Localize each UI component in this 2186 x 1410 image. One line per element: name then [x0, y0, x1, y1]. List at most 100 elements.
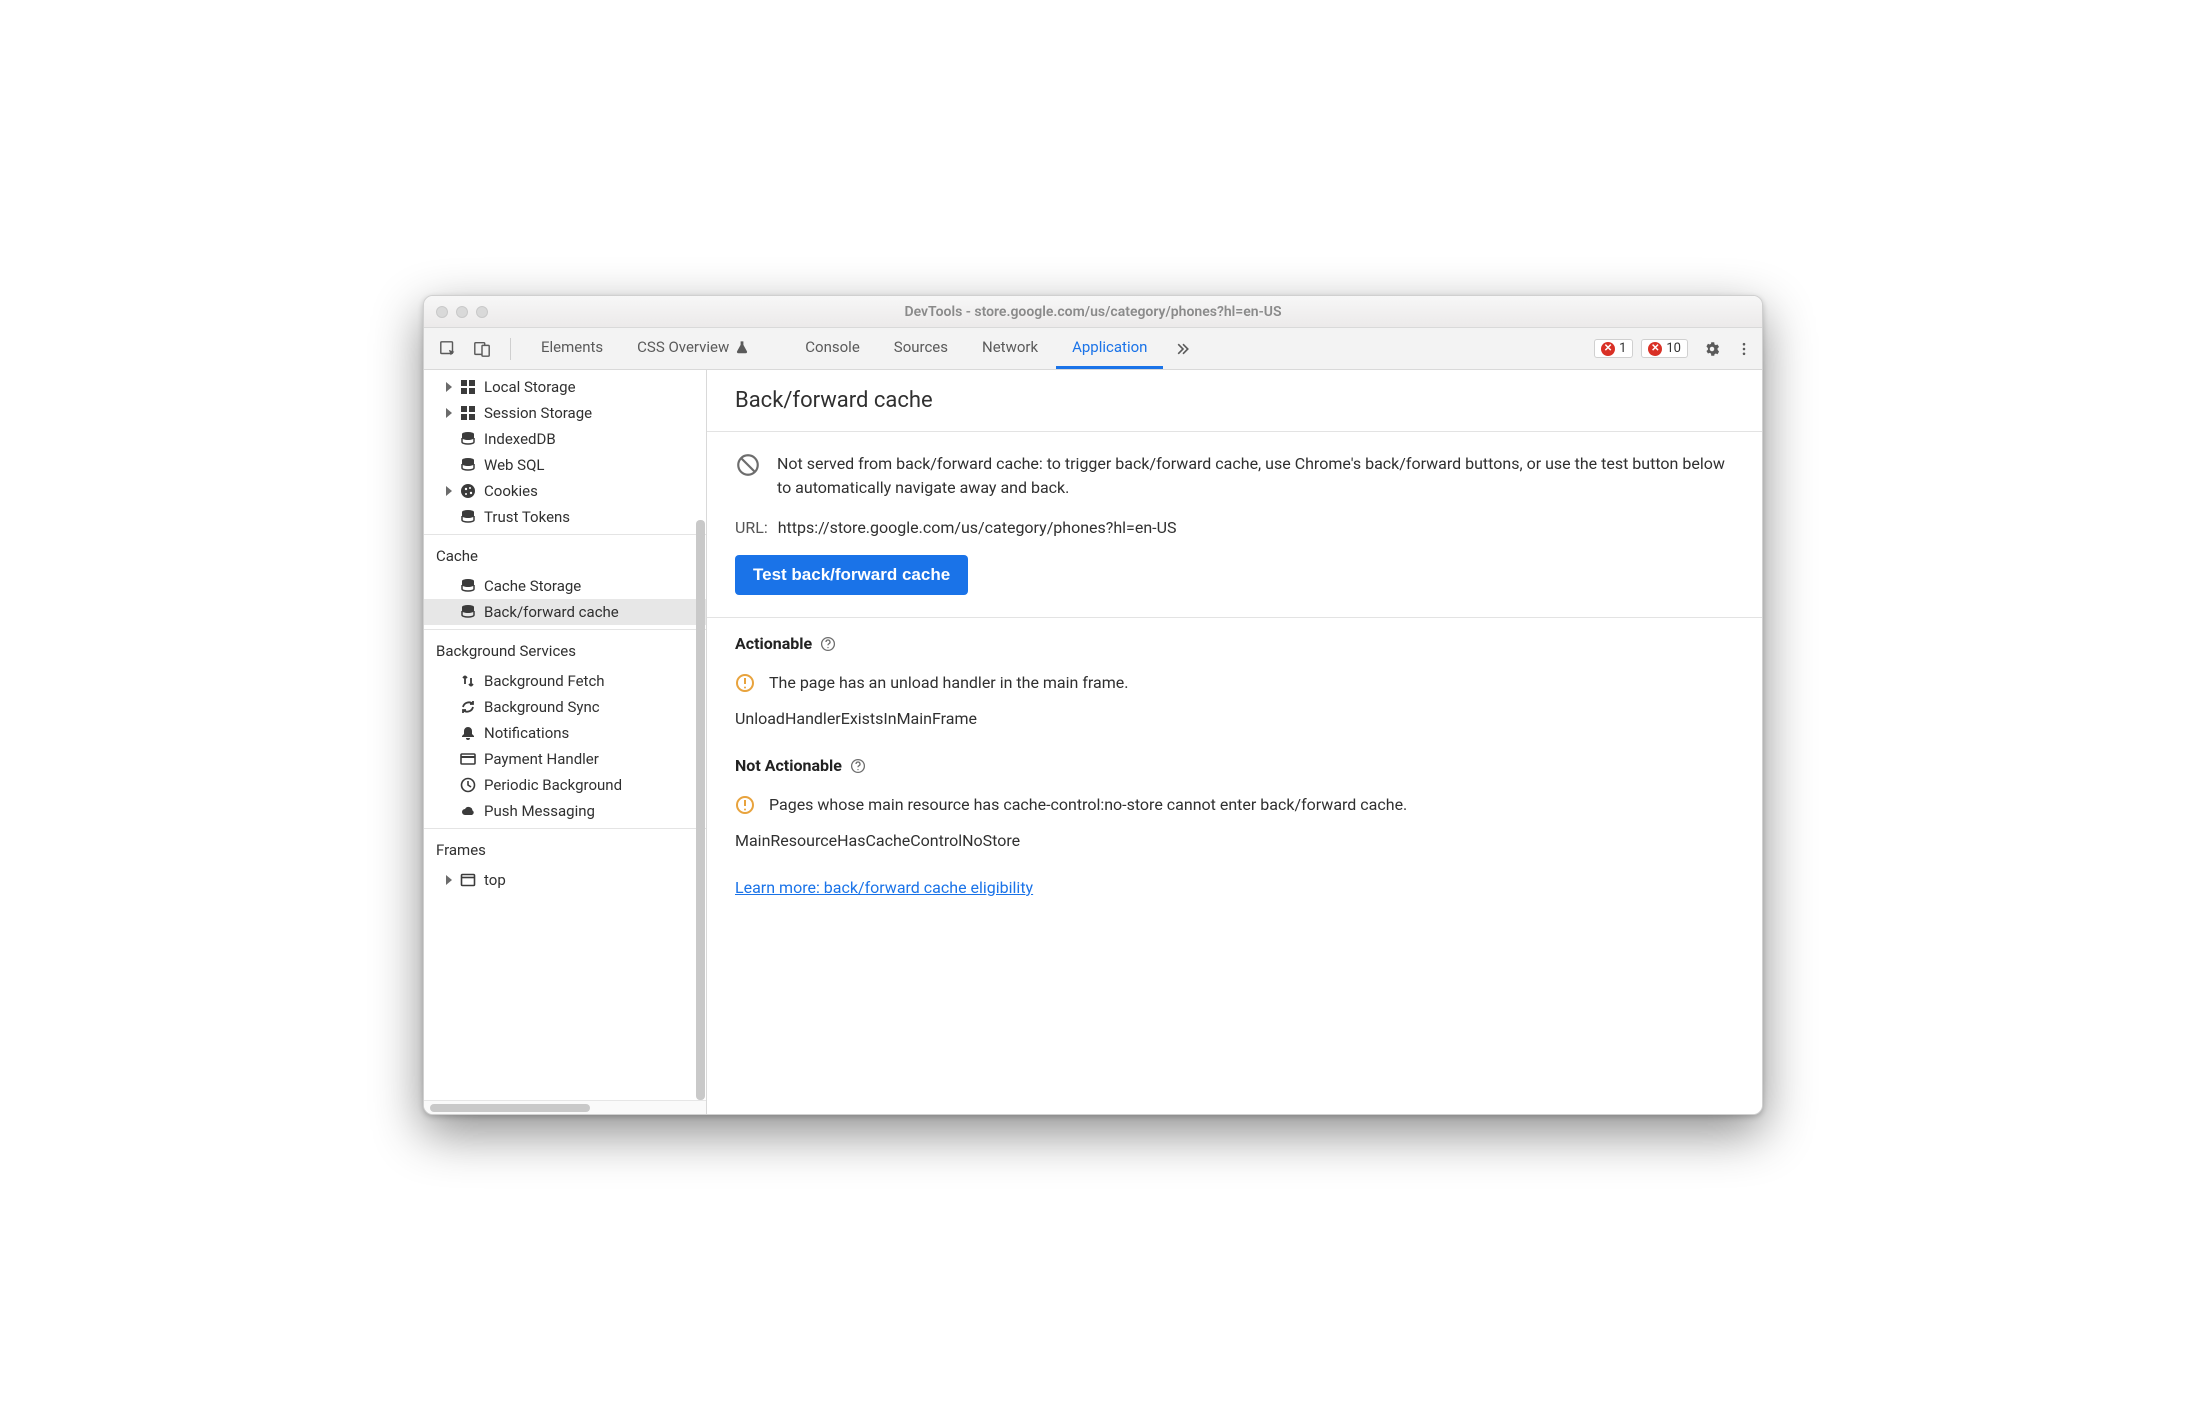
test-bfcache-button[interactable]: Test back/forward cache	[735, 555, 968, 595]
tab-network[interactable]: Network	[966, 328, 1054, 369]
sidebar-item-indexeddb[interactable]: IndexedDB	[424, 426, 706, 452]
titlebar: DevTools - store.google.com/us/category/…	[424, 296, 1762, 328]
error-count: 1	[1619, 341, 1626, 356]
sidebar-item-background-sync[interactable]: Background Sync	[424, 694, 706, 720]
page-title: Back/forward cache	[707, 370, 1762, 431]
sidebar-item-label: top	[484, 871, 506, 889]
db-icon	[460, 578, 476, 594]
sync-icon	[460, 699, 476, 715]
actionable-heading: Actionable	[735, 634, 812, 653]
sidebar-item-notifications[interactable]: Notifications	[424, 720, 706, 746]
cloud-icon	[460, 803, 476, 819]
frame-icon	[460, 872, 476, 888]
tab-sources[interactable]: Sources	[878, 328, 964, 369]
tab-console[interactable]: Console	[789, 328, 876, 369]
error-icon: ✕	[1601, 342, 1615, 356]
grid-icon	[460, 379, 476, 395]
sidebar-group-cache: Cache	[424, 539, 706, 573]
sidebar-item-cache-storage[interactable]: Cache Storage	[424, 573, 706, 599]
grid-icon	[460, 405, 476, 421]
window-controls	[436, 306, 488, 318]
sidebar-item-label: Background Fetch	[484, 672, 605, 690]
sidebar-item-websql[interactable]: Web SQL	[424, 452, 706, 478]
not-actionable-heading: Not Actionable	[735, 756, 842, 775]
sidebar-item-label: Local Storage	[484, 378, 576, 396]
warning-icon	[735, 673, 755, 693]
clock-icon	[460, 777, 476, 793]
console-issues-badge[interactable]: ✕ 10	[1641, 339, 1688, 358]
updown-icon	[460, 673, 476, 689]
sidebar-item-label: Trust Tokens	[484, 508, 570, 526]
tab-elements[interactable]: Elements	[525, 328, 619, 369]
prohibit-icon	[735, 452, 761, 478]
sidebar-group-frames: Frames	[424, 833, 706, 867]
url-value: https://store.google.com/us/category/pho…	[778, 518, 1177, 537]
sidebar-item-periodic-background[interactable]: Periodic Background	[424, 772, 706, 798]
learn-more-link[interactable]: Learn more: back/forward cache eligibili…	[735, 878, 1033, 897]
sidebar-item-trust-tokens[interactable]: Trust Tokens	[424, 504, 706, 530]
sidebar-item-local-storage[interactable]: Local Storage	[424, 374, 706, 400]
expand-icon	[446, 408, 452, 418]
db-icon	[460, 431, 476, 447]
minimize-window-button[interactable]	[456, 306, 468, 318]
sidebar-item-label: Notifications	[484, 724, 569, 742]
sidebar-item-label: Back/forward cache	[484, 603, 619, 621]
sidebar-item-label: Periodic Background	[484, 776, 622, 794]
expand-icon	[446, 875, 452, 885]
sidebar-item-session-storage[interactable]: Session Storage	[424, 400, 706, 426]
sidebar-item-background-fetch[interactable]: Background Fetch	[424, 668, 706, 694]
expand-icon	[446, 486, 452, 496]
help-icon[interactable]	[820, 636, 836, 652]
kebab-menu-icon[interactable]	[1732, 337, 1756, 361]
bell-icon	[460, 725, 476, 741]
bfcache-panel: Back/forward cache Not served from back/…	[707, 370, 1762, 1114]
sidebar-item-label: Session Storage	[484, 404, 592, 422]
error-icon: ✕	[1648, 342, 1662, 356]
sidebar-item-label: Cookies	[484, 482, 538, 500]
sidebar-item-label: Web SQL	[484, 456, 544, 474]
sidebar-item-label: Payment Handler	[484, 750, 599, 768]
sidebar-item-label: Push Messaging	[484, 802, 595, 820]
url-label: URL:	[735, 518, 768, 537]
settings-icon[interactable]	[1700, 337, 1724, 361]
zoom-window-button[interactable]	[476, 306, 488, 318]
sidebar-item-cookies[interactable]: Cookies	[424, 478, 706, 504]
scrollbar-horizontal[interactable]	[424, 1100, 706, 1114]
actionable-issue-text: The page has an unload handler in the ma…	[769, 673, 1128, 692]
sidebar-item-bfcache[interactable]: Back/forward cache	[424, 599, 706, 625]
close-window-button[interactable]	[436, 306, 448, 318]
sidebar-item-top-frame[interactable]: top	[424, 867, 706, 893]
cookie-icon	[460, 483, 476, 499]
db-icon	[460, 509, 476, 525]
sidebar-group-background: Background Services	[424, 634, 706, 668]
more-tabs-icon[interactable]	[1171, 337, 1195, 361]
window-title: DevTools - store.google.com/us/category/…	[424, 304, 1762, 320]
inspect-element-icon[interactable]	[436, 337, 460, 361]
not-actionable-issue-text: Pages whose main resource has cache-cont…	[769, 795, 1407, 814]
db-icon	[460, 457, 476, 473]
db-icon	[460, 604, 476, 620]
sidebar-item-label: Cache Storage	[484, 577, 581, 595]
sidebar-item-push-messaging[interactable]: Push Messaging	[424, 798, 706, 824]
issues-count: 10	[1666, 341, 1681, 356]
expand-icon	[446, 382, 452, 392]
warning-icon	[735, 795, 755, 815]
help-icon[interactable]	[850, 758, 866, 774]
console-errors-badge[interactable]: ✕ 1	[1594, 339, 1633, 358]
tab-css-overview[interactable]: CSS Overview	[621, 328, 765, 369]
not-served-message: Not served from back/forward cache: to t…	[777, 452, 1734, 500]
experiment-icon	[735, 340, 749, 354]
card-icon	[460, 751, 476, 767]
devtools-window: DevTools - store.google.com/us/category/…	[423, 295, 1763, 1115]
tabs-bar: Elements CSS Overview Console Sources Ne…	[424, 328, 1762, 370]
actionable-issue-code: UnloadHandlerExistsInMainFrame	[707, 693, 1762, 728]
sidebar-item-payment-handler[interactable]: Payment Handler	[424, 746, 706, 772]
not-actionable-issue-code: MainResourceHasCacheControlNoStore	[707, 815, 1762, 850]
tab-application[interactable]: Application	[1056, 328, 1163, 369]
device-toolbar-icon[interactable]	[470, 337, 494, 361]
sidebar-item-label: Background Sync	[484, 698, 600, 716]
sidebar-item-label: IndexedDB	[484, 430, 556, 448]
divider	[510, 338, 511, 360]
scrollbar-vertical[interactable]	[696, 520, 705, 1100]
application-sidebar: Local Storage Session Storage IndexedDB …	[424, 370, 707, 1114]
